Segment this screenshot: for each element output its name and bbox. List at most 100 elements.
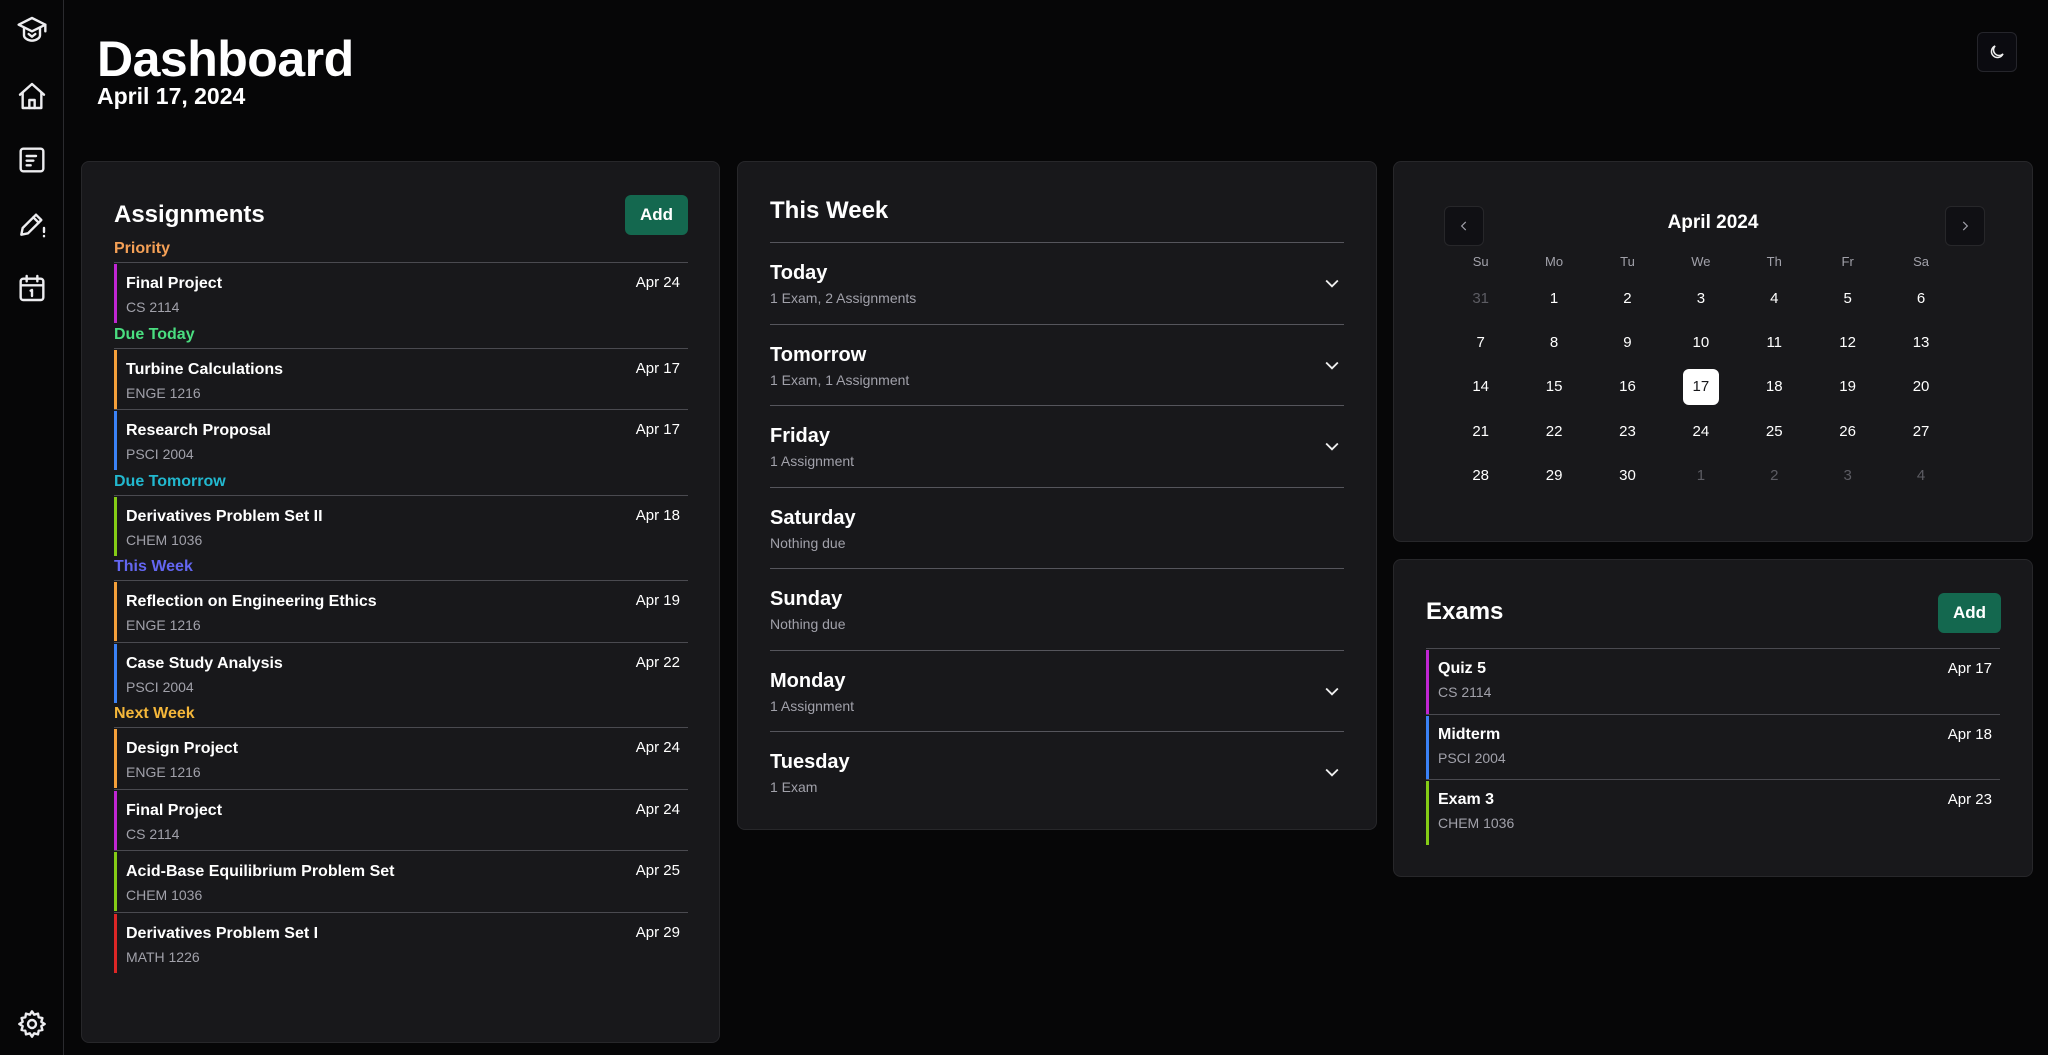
assignment-course: ENGE 1216	[126, 384, 201, 401]
assignment-item[interactable]: Turbine Calculations ENGE 1216 Apr 17	[114, 347, 688, 409]
calendar-day[interactable]: 7	[1444, 320, 1517, 364]
calendar-day-number: 15	[1545, 378, 1563, 396]
calendar-day[interactable]: 3	[1664, 276, 1737, 320]
assignment-due-date: Apr 22	[635, 653, 680, 671]
exam-item[interactable]: Quiz 5 CS 2114 Apr 17	[1426, 648, 2000, 714]
calendar-day[interactable]: 30	[1591, 454, 1664, 498]
calendar-day-number: 10	[1692, 334, 1710, 352]
calendar-day[interactable]: 14	[1444, 365, 1517, 409]
calendar-day-number: 20	[1912, 378, 1930, 396]
chevron-down-icon	[1325, 687, 1339, 696]
exam-name: Quiz 5	[1438, 660, 1487, 677]
assignment-name: Final Project	[126, 801, 223, 819]
next-month-button[interactable]	[1945, 206, 1985, 246]
calendar-day[interactable]: 4	[1884, 454, 1957, 498]
calendar-day[interactable]: 28	[1444, 454, 1517, 498]
expand-day-button[interactable]	[1322, 273, 1342, 293]
exam-item[interactable]: Exam 3 CHEM 1036 Apr 23	[1426, 779, 2000, 845]
assignment-name: Acid-Base Equilibrium Problem Set	[126, 863, 395, 880]
day-name: Monday	[770, 669, 846, 692]
calendar-day[interactable]: 11	[1738, 320, 1811, 364]
course-color-bar	[114, 582, 117, 641]
calendar-day[interactable]: 24	[1664, 409, 1737, 453]
day-row-today[interactable]: Today 1 Exam, 2 Assignments	[770, 242, 1344, 324]
home-icon	[18, 82, 46, 110]
day-row-friday[interactable]: Friday 1 Assignment	[770, 405, 1344, 487]
calendar-day[interactable]: 9	[1591, 320, 1664, 364]
chevron-down-icon	[1325, 361, 1339, 370]
calendar-day[interactable]: 10	[1664, 320, 1737, 364]
calendar-day[interactable]: 23	[1591, 409, 1664, 453]
expand-day-button[interactable]	[1322, 436, 1342, 456]
assignment-item[interactable]: Final Project CS 2114 Apr 24	[114, 262, 688, 323]
course-color-bar	[114, 264, 117, 323]
assignment-item[interactable]: Research Proposal PSCI 2004 Apr 17	[114, 409, 688, 470]
sidebar-item-calendar[interactable]	[12, 268, 52, 308]
assignment-item[interactable]: Reflection on Engineering Ethics ENGE 121…	[114, 580, 688, 641]
calendar-day[interactable]: 18	[1738, 365, 1811, 409]
calendar-day[interactable]: 5	[1811, 276, 1884, 320]
expand-day-button[interactable]	[1322, 681, 1342, 701]
add-assignment-button[interactable]: Add	[625, 195, 688, 235]
calendar-day[interactable]: 31	[1444, 276, 1517, 320]
calendar-day[interactable]: 16	[1591, 365, 1664, 409]
calendar-day[interactable]: 22	[1517, 409, 1590, 453]
calendar-day[interactable]: 13	[1884, 320, 1957, 364]
sidebar-item-exams[interactable]	[12, 204, 52, 244]
expand-day-button[interactable]	[1322, 762, 1342, 782]
assignment-item[interactable]: Case Study Analysis PSCI 2004 Apr 22	[114, 641, 688, 703]
calendar-day[interactable]: 8	[1517, 320, 1590, 364]
day-row-tomorrow[interactable]: Tomorrow 1 Exam, 1 Assignment	[770, 323, 1344, 406]
add-exam-button[interactable]: Add	[1938, 593, 2001, 633]
calendar-day[interactable]: 15	[1517, 365, 1590, 409]
day-row-tuesday[interactable]: Tuesday 1 Exam	[770, 731, 1344, 813]
assignment-item[interactable]: Design Project ENGE 1216 Apr 24	[114, 727, 688, 788]
calendar-day[interactable]: 26	[1811, 409, 1884, 453]
day-row-monday[interactable]: Monday 1 Assignment	[770, 649, 1344, 732]
calendar-day[interactable]: 6	[1884, 276, 1957, 320]
calendar-day-number: 12	[1839, 334, 1856, 352]
this-week-card: This Week Today 1 Exam, 2 Assignments Tomo…	[737, 161, 1377, 830]
sidebar-item-settings[interactable]	[12, 1004, 52, 1044]
assignment-course: MATH 1226	[126, 948, 200, 965]
calendar-day-number: 26	[1839, 422, 1856, 440]
logo-button[interactable]	[12, 10, 52, 50]
chevron-down-icon	[1325, 768, 1339, 777]
sidebar-item-home[interactable]	[12, 76, 52, 116]
calendar-day[interactable]: 3	[1811, 454, 1884, 498]
assignment-item[interactable]: Final Project CS 2114 Apr 24	[114, 788, 688, 850]
chevron-down-icon	[1325, 442, 1339, 451]
calendar-day[interactable]: 29	[1517, 454, 1590, 498]
calendar-day[interactable]: 25	[1738, 409, 1811, 453]
calendar-day[interactable]: 12	[1811, 320, 1884, 364]
weekday-label: Th	[1766, 254, 1782, 269]
sidebar-item-assignments[interactable]	[12, 140, 52, 180]
calendar-day-today[interactable]: 17	[1664, 365, 1737, 409]
calendar-day-number: 2	[1623, 289, 1632, 307]
theme-toggle-button[interactable]	[1977, 32, 2017, 72]
assignment-course: PSCI 2004	[126, 678, 194, 695]
day-summary: 1 Assignment	[770, 697, 855, 714]
calendar-day-number: 29	[1545, 467, 1563, 485]
day-summary: 1 Exam	[770, 779, 818, 795]
calendar-day-number: 14	[1472, 378, 1490, 396]
exam-item[interactable]: Midterm PSCI 2004 Apr 18	[1426, 713, 2000, 780]
calendar-day-number: 16	[1619, 378, 1636, 396]
calendar-day[interactable]: 21	[1444, 409, 1517, 453]
day-summary: Nothing due	[770, 534, 846, 551]
calendar-day[interactable]: 20	[1884, 365, 1957, 409]
calendar-day[interactable]: 1	[1517, 276, 1590, 320]
assignment-course: CS 2114	[126, 299, 180, 315]
calendar-day[interactable]: 27	[1884, 409, 1957, 453]
calendar-day[interactable]: 1	[1664, 454, 1737, 498]
calendar-day[interactable]: 4	[1738, 276, 1811, 320]
assignment-item[interactable]: Acid-Base Equilibrium Problem Set CHEM 10…	[114, 850, 688, 911]
expand-day-button[interactable]	[1322, 355, 1342, 375]
course-color-bar	[114, 643, 117, 703]
calendar-day[interactable]: 2	[1591, 276, 1664, 320]
calendar-day[interactable]: 19	[1811, 365, 1884, 409]
calendar-day-number: 11	[1766, 334, 1783, 352]
assignment-item[interactable]: Derivatives Problem Set II CHEM 1036 Apr 1…	[114, 494, 688, 556]
calendar-day[interactable]: 2	[1738, 454, 1811, 498]
assignment-item[interactable]: Derivatives Problem Set I MATH 1226 Apr 29	[114, 911, 688, 973]
